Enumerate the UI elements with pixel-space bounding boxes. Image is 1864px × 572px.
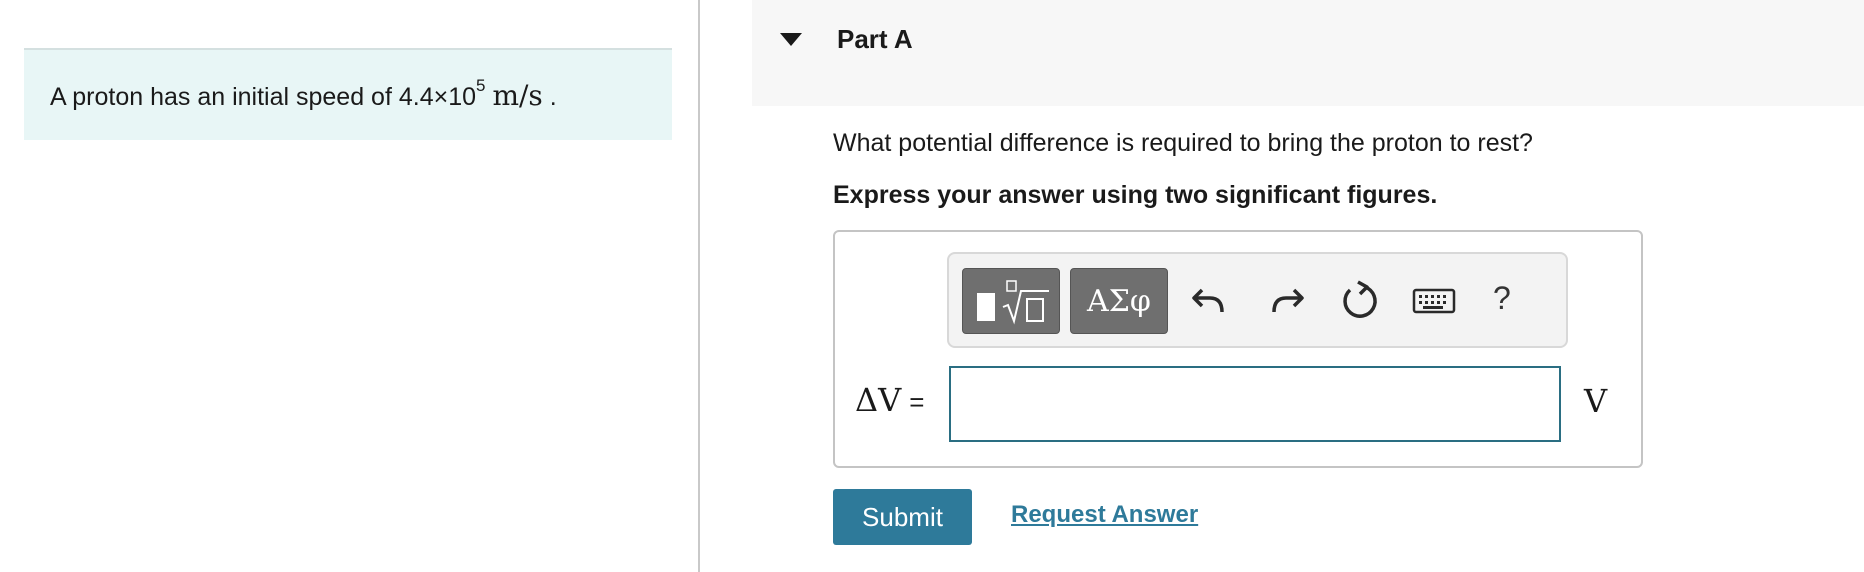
- part-header: [752, 0, 1864, 106]
- templates-icon: [977, 293, 995, 321]
- problem-text-end: .: [542, 82, 557, 111]
- radical-icon: [1002, 280, 1049, 325]
- help-button[interactable]: ?: [1493, 280, 1511, 317]
- reset-icon[interactable]: [1336, 278, 1382, 324]
- undo-icon[interactable]: [1188, 278, 1234, 324]
- keyboard-icon[interactable]: [1410, 278, 1460, 324]
- answer-unit: V: [1584, 382, 1608, 420]
- redo-icon[interactable]: [1262, 278, 1308, 324]
- column-divider: [698, 0, 700, 572]
- symbols-button[interactable]: ΑΣφ: [1070, 268, 1168, 334]
- problem-text-main: A proton has an initial speed of 4.4×10: [50, 82, 477, 111]
- answer-input[interactable]: [949, 366, 1561, 442]
- variable-symbol: ΔV: [855, 381, 902, 419]
- problem-statement: A proton has an initial speed of 4.4×105…: [24, 48, 672, 140]
- templates-button[interactable]: [962, 268, 1060, 334]
- submit-button[interactable]: Submit: [833, 489, 972, 545]
- equals-sign: =: [909, 387, 925, 417]
- answer-variable-label: ΔV =: [855, 381, 924, 419]
- problem-unit: m/s: [492, 78, 543, 112]
- part-title: Part A: [837, 24, 913, 54]
- problem-text: A proton has an initial speed of 4.4×105…: [50, 76, 557, 112]
- instruction-text: Express your answer using two significan…: [833, 181, 1438, 209]
- page: A proton has an initial speed of 4.4×105…: [0, 0, 1864, 572]
- request-answer-link[interactable]: Request Answer: [1011, 501, 1198, 529]
- problem-exponent: 5: [476, 76, 486, 96]
- question-text: What potential difference is required to…: [833, 129, 1533, 157]
- collapse-toggle-icon[interactable]: [780, 33, 802, 46]
